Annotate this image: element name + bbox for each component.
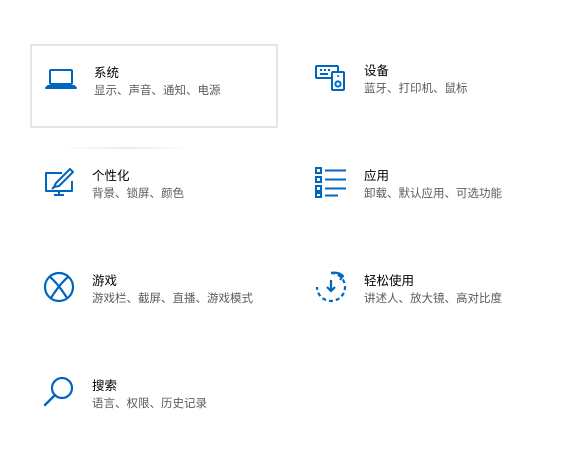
settings-home: 系统 显示、声音、通知、电源 设备 蓝牙、打印机、鼠标 个性化 背景、锁屏、颜色… <box>0 0 567 471</box>
tile-title: 应用 <box>364 168 390 183</box>
search-icon <box>42 375 76 409</box>
laptop-icon <box>44 62 78 96</box>
tile-description: 卸载、默认应用、可选功能 <box>364 186 502 200</box>
settings-tile-ease-of-access[interactable]: 轻松使用 讲述人、放大镜、高对比度 <box>302 254 550 338</box>
tile-title: 系统 <box>94 65 120 80</box>
settings-tile-devices[interactable]: 设备 蓝牙、打印机、鼠标 <box>302 44 550 128</box>
tile-title: 搜索 <box>92 378 118 393</box>
settings-tile-personalization[interactable]: 个性化 背景、锁屏、颜色 <box>30 149 278 233</box>
tile-title: 设备 <box>364 63 390 78</box>
tile-description: 背景、锁屏、颜色 <box>92 186 184 200</box>
ease-of-access-icon <box>314 270 348 304</box>
tile-title: 个性化 <box>92 168 130 183</box>
tile-description: 讲述人、放大镜、高对比度 <box>364 291 502 305</box>
tile-description: 游戏栏、截屏、直播、游戏模式 <box>92 291 253 305</box>
settings-tile-apps[interactable]: 应用 卸载、默认应用、可选功能 <box>302 149 550 233</box>
settings-tile-gaming[interactable]: 游戏 游戏栏、截屏、直播、游戏模式 <box>30 254 278 338</box>
tile-description: 显示、声音、通知、电源 <box>94 83 221 97</box>
tile-title: 轻松使用 <box>364 273 415 288</box>
devices-icon <box>314 60 348 94</box>
xbox-icon <box>42 270 76 304</box>
settings-tile-system[interactable]: 系统 显示、声音、通知、电源 <box>30 44 278 128</box>
tile-title: 游戏 <box>92 273 118 288</box>
tile-description: 蓝牙、打印机、鼠标 <box>364 81 468 95</box>
personalization-icon <box>42 165 76 199</box>
tile-description: 语言、权限、历史记录 <box>92 396 207 410</box>
apps-icon <box>314 165 348 199</box>
settings-tile-search[interactable]: 搜索 语言、权限、历史记录 <box>30 359 278 443</box>
